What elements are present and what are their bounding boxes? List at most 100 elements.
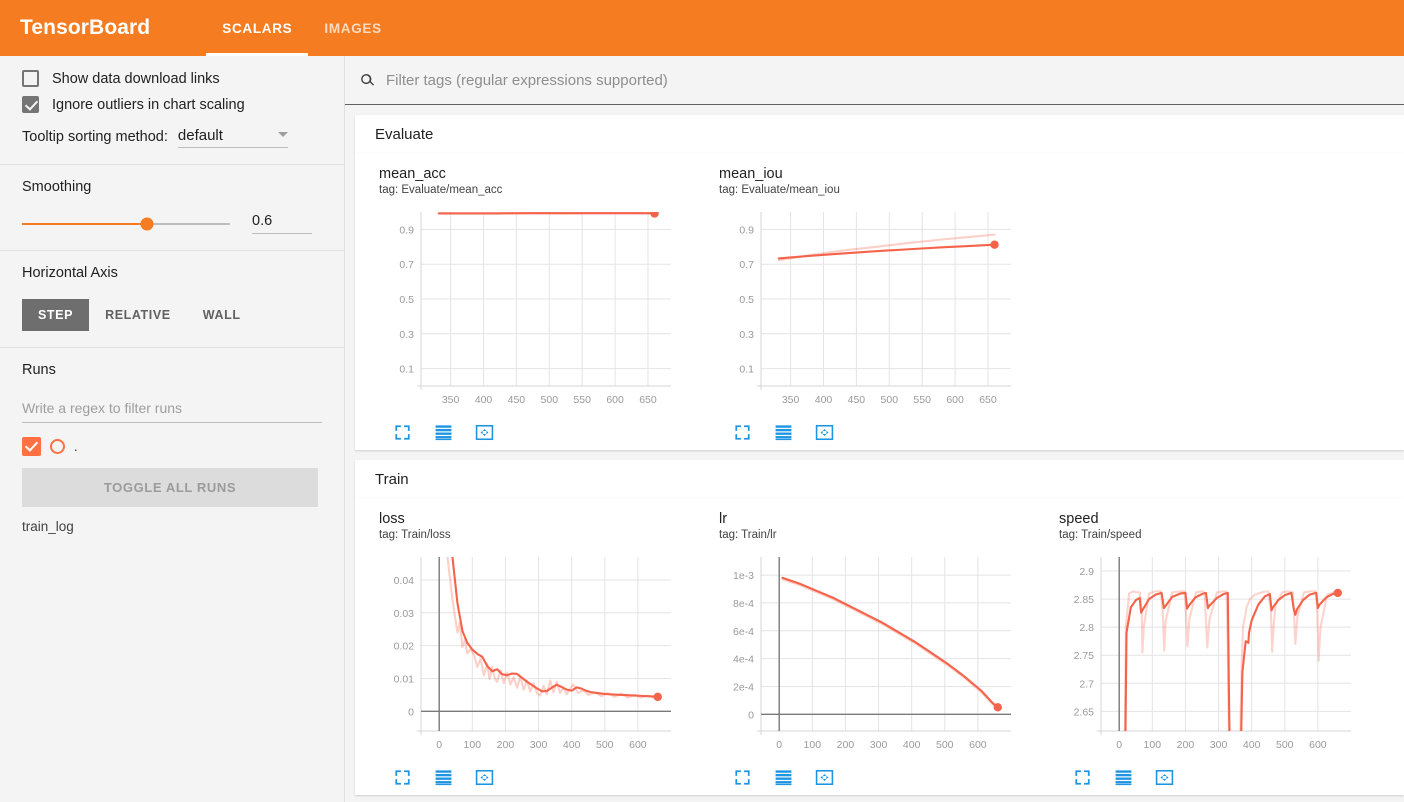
show-download-links-row[interactable]: Show data download links — [22, 70, 322, 87]
svg-text:600: 600 — [629, 739, 647, 751]
tab-scalars[interactable]: SCALARS — [206, 0, 308, 56]
svg-text:0.3: 0.3 — [399, 329, 414, 341]
data-table-icon[interactable] — [774, 768, 793, 787]
data-table-icon[interactable] — [774, 423, 793, 442]
chart-plot[interactable]: 0.10.30.50.70.9350400450500550600650 — [379, 204, 695, 417]
ignore-outliers-checkbox[interactable] — [22, 96, 39, 113]
svg-text:0.7: 0.7 — [739, 259, 754, 271]
svg-text:2.75: 2.75 — [1074, 650, 1095, 662]
chart-tag: tag: Evaluate/mean_iou — [719, 184, 1035, 196]
svg-text:300: 300 — [870, 739, 888, 751]
chart-plot[interactable]: 02e-44e-46e-48e-41e-30100200300400500600 — [719, 549, 1035, 762]
chart-toolbar — [733, 768, 1035, 787]
horizontal-axis-options: STEP RELATIVE WALL — [22, 299, 322, 331]
expand-icon[interactable] — [733, 768, 752, 787]
tooltip-sorting-label: Tooltip sorting method: — [22, 129, 168, 148]
run-name-label[interactable]: train_log — [22, 519, 322, 534]
chart-tag: tag: Evaluate/mean_acc — [379, 184, 695, 196]
svg-text:400: 400 — [563, 739, 581, 751]
run-selector-label: . — [74, 439, 78, 454]
tooltip-sorting-value: default — [178, 127, 223, 144]
svg-text:500: 500 — [936, 739, 954, 751]
chart-toolbar — [733, 423, 1035, 442]
tag-filter-input[interactable] — [384, 71, 1390, 90]
expand-icon[interactable] — [733, 423, 752, 442]
svg-text:0.1: 0.1 — [399, 364, 414, 376]
chart-group-train: Trainlosstag: Train/loss00.010.020.030.0… — [355, 460, 1404, 795]
chart-card-loss: losstag: Train/loss00.010.020.030.040100… — [355, 498, 695, 795]
run-color-circle-icon[interactable] — [50, 439, 65, 454]
svg-text:400: 400 — [475, 394, 493, 406]
svg-text:1e-3: 1e-3 — [733, 570, 754, 582]
fit-domain-icon[interactable] — [815, 768, 834, 787]
svg-text:8e-4: 8e-4 — [733, 598, 754, 610]
smoothing-value[interactable]: 0.6 — [252, 213, 312, 234]
fit-domain-icon[interactable] — [475, 768, 494, 787]
chart-title: loss — [379, 510, 695, 528]
smoothing-title: Smoothing — [22, 179, 322, 195]
chart-title: speed — [1059, 510, 1375, 528]
chart-card-mean_iou: mean_ioutag: Evaluate/mean_iou0.10.30.50… — [695, 153, 1035, 450]
data-table-icon[interactable] — [1114, 768, 1133, 787]
chevron-down-icon — [278, 132, 288, 137]
display-options-section: Show data download links Ignore outliers… — [0, 56, 344, 164]
ignore-outliers-label: Ignore outliers in chart scaling — [52, 97, 245, 113]
chart-plot[interactable]: 2.652.72.752.82.852.90100200300400500600 — [1059, 549, 1375, 762]
expand-icon[interactable] — [1073, 768, 1092, 787]
show-download-links-checkbox[interactable] — [22, 70, 39, 87]
smoothing-section: Smoothing 0.6 — [0, 165, 344, 250]
fit-domain-icon[interactable] — [475, 423, 494, 442]
chart-title: mean_iou — [719, 165, 1035, 183]
svg-text:0.02: 0.02 — [394, 641, 415, 653]
svg-text:100: 100 — [804, 739, 822, 751]
svg-text:500: 500 — [596, 739, 614, 751]
svg-text:300: 300 — [1210, 739, 1228, 751]
run-checkbox[interactable] — [22, 437, 41, 456]
data-table-icon[interactable] — [434, 768, 453, 787]
ignore-outliers-row[interactable]: Ignore outliers in chart scaling — [22, 96, 322, 113]
chart-tag: tag: Train/loss — [379, 529, 695, 541]
app-title: TensorBoard — [20, 16, 150, 40]
svg-text:2.7: 2.7 — [1079, 679, 1094, 691]
svg-text:0.1: 0.1 — [739, 364, 754, 376]
svg-text:2e-4: 2e-4 — [733, 682, 754, 694]
group-body: mean_acctag: Evaluate/mean_acc0.10.30.50… — [355, 153, 1404, 450]
group-header[interactable]: Evaluate — [355, 115, 1404, 153]
svg-text:300: 300 — [530, 739, 548, 751]
nav-tabs: SCALARS IMAGES — [206, 0, 398, 56]
svg-text:0: 0 — [1116, 739, 1122, 751]
svg-text:500: 500 — [1276, 739, 1294, 751]
expand-icon[interactable] — [393, 423, 412, 442]
chart-toolbar — [393, 423, 695, 442]
fit-domain-icon[interactable] — [815, 423, 834, 442]
axis-option-step[interactable]: STEP — [22, 299, 89, 331]
svg-text:100: 100 — [464, 739, 482, 751]
svg-text:0.3: 0.3 — [739, 329, 754, 341]
runs-title: Runs — [22, 362, 322, 378]
group-header[interactable]: Train — [355, 460, 1404, 498]
chart-plot[interactable]: 00.010.020.030.040100200300400500600 — [379, 549, 695, 762]
svg-text:200: 200 — [497, 739, 515, 751]
fit-domain-icon[interactable] — [1155, 768, 1174, 787]
chart-plot[interactable]: 0.10.30.50.70.9350400450500550600650 — [719, 204, 1035, 417]
toggle-all-runs-button[interactable]: TOGGLE ALL RUNS — [22, 468, 318, 507]
runs-filter-input[interactable] — [22, 396, 322, 423]
svg-text:600: 600 — [946, 394, 964, 406]
expand-icon[interactable] — [393, 768, 412, 787]
data-table-icon[interactable] — [434, 423, 453, 442]
tab-images[interactable]: IMAGES — [308, 0, 397, 56]
axis-option-wall[interactable]: WALL — [187, 299, 257, 331]
smoothing-slider[interactable] — [22, 223, 230, 225]
chart-card-lr: lrtag: Train/lr02e-44e-46e-48e-41e-30100… — [695, 498, 1035, 795]
smoothing-slider-knob[interactable] — [140, 217, 153, 230]
axis-option-relative[interactable]: RELATIVE — [89, 299, 187, 331]
svg-text:500: 500 — [541, 394, 559, 406]
svg-text:0.9: 0.9 — [399, 225, 414, 237]
tooltip-sorting-select[interactable]: default — [178, 127, 288, 148]
settings-sidebar: Show data download links Ignore outliers… — [0, 56, 345, 802]
runs-section: Runs . TOGGLE ALL RUNS train_log — [0, 348, 344, 550]
svg-text:0.7: 0.7 — [399, 259, 414, 271]
chart-title: lr — [719, 510, 1035, 528]
chart-toolbar — [393, 768, 695, 787]
chart-tag: tag: Train/speed — [1059, 529, 1375, 541]
